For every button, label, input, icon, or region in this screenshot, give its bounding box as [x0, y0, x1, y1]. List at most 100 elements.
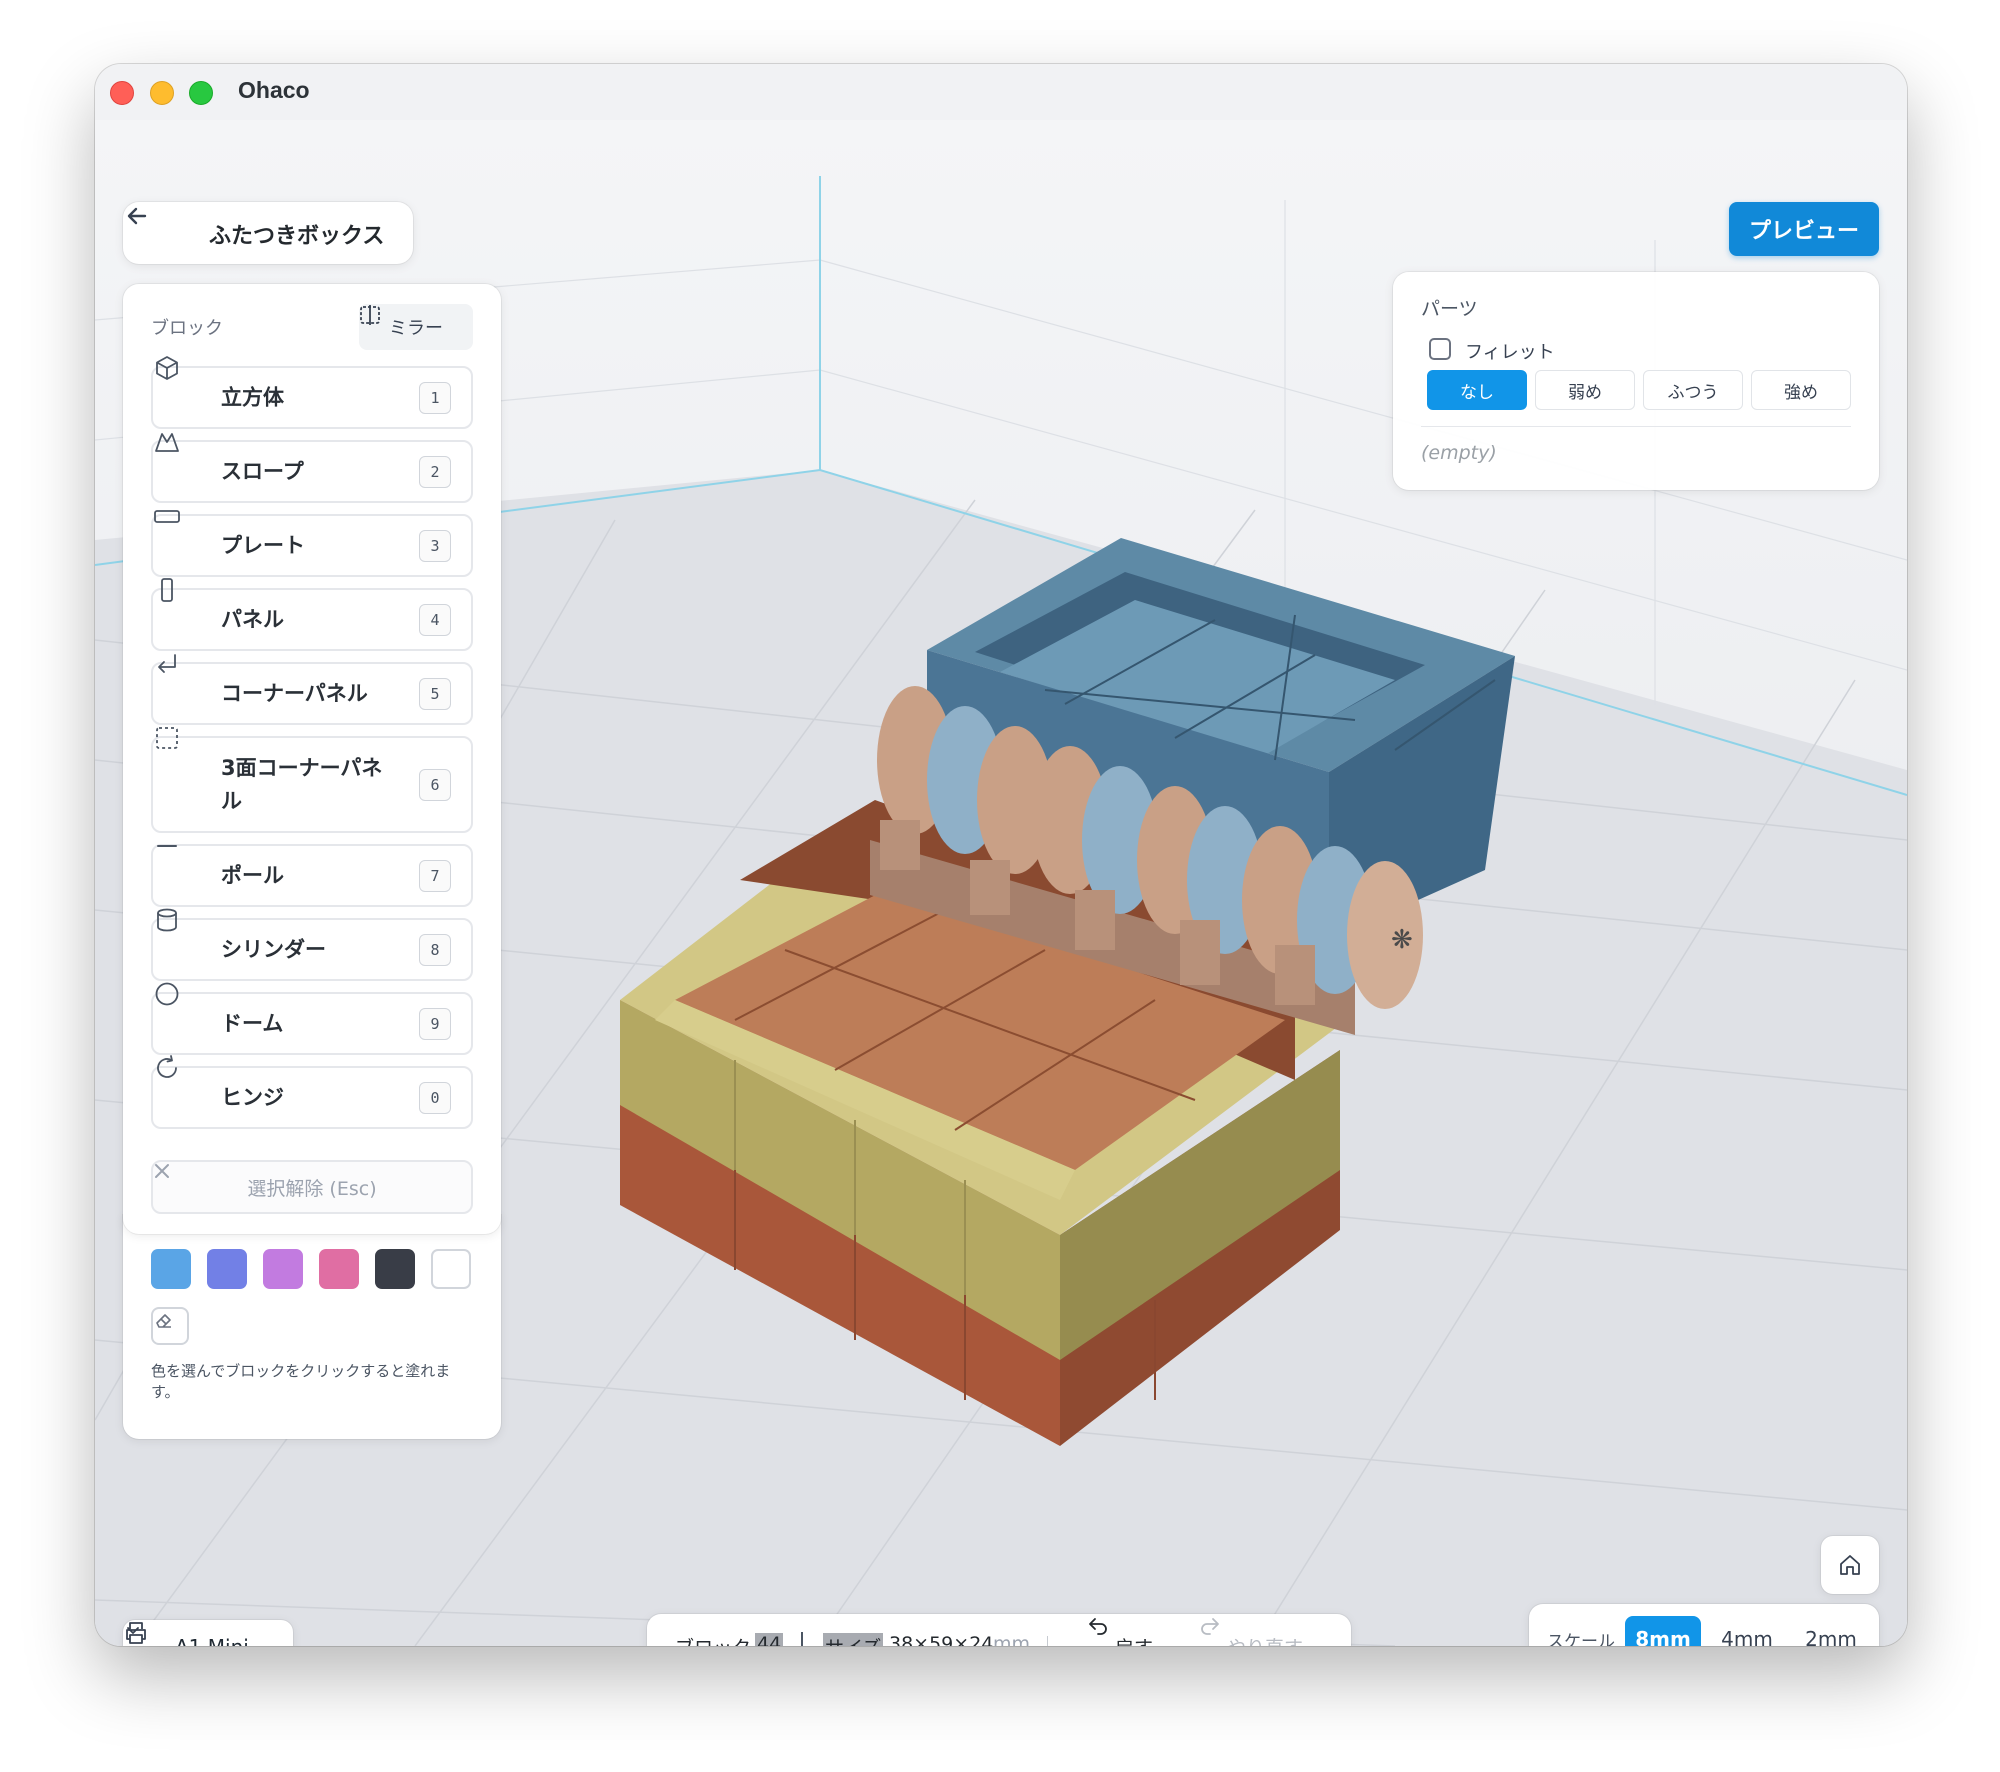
fillet-checkbox[interactable] — [1429, 338, 1451, 360]
printer-selector[interactable]: A1 Mini — [123, 1620, 293, 1646]
cylinder-icon — [157, 908, 177, 932]
minimize-window-button[interactable] — [150, 81, 174, 105]
undo-button[interactable]: 戻す — [1115, 1633, 1153, 1646]
color-swatch-indigo[interactable] — [207, 1249, 247, 1289]
three-corner-panel-icon — [156, 727, 178, 749]
parts-title: パーツ — [1421, 298, 1478, 320]
color-swatch-pink[interactable] — [319, 1249, 359, 1289]
block-item-label: ポール — [221, 863, 284, 887]
color-swatch-blue[interactable] — [151, 1249, 191, 1289]
fillet-label: フィレット — [1465, 342, 1555, 363]
block-count-value: 44 — [755, 1633, 784, 1646]
back-arrow-icon[interactable] — [123, 202, 151, 230]
block-list: 立方体 1 スロープ 2 プレート 3 パネル 4 コーナーパネル 5 3面コー… — [151, 356, 473, 1140]
deselect-button[interactable]: 選択解除 (Esc) — [151, 1160, 473, 1214]
scale-option-8mm[interactable]: 8mm — [1625, 1616, 1701, 1646]
paint-hint: 色を選んでブロックをクリックすると塗れます。 — [151, 1362, 451, 1401]
3d-viewport[interactable]: ❋ ふたつきボックス プレビュー ブロック ミラー 立方体 1 スロープ 2 プ… — [95, 120, 1907, 1646]
title-card: ふたつきボックス — [123, 202, 413, 264]
home-view-button[interactable] — [1821, 1536, 1879, 1594]
app-window: Ohaco ❋ ふたつきボックス プレビュー ブロック ミラー 立方体 1 スロ… — [95, 64, 1907, 1646]
close-icon — [155, 1164, 169, 1178]
dome-icon — [155, 982, 179, 1006]
fillet-option-strong[interactable]: 強め — [1751, 370, 1851, 410]
shortcut-key: 5 — [419, 677, 451, 710]
block-item-label: ヒンジ — [221, 1085, 284, 1109]
block-item-panel[interactable]: パネル 4 — [151, 578, 473, 651]
block-item-label: パネル — [221, 607, 284, 631]
pole-icon — [157, 845, 177, 847]
app-title: Ohaco — [238, 77, 310, 103]
color-swatch-black[interactable] — [375, 1249, 415, 1289]
block-item-label: コーナーパネル — [221, 681, 368, 705]
block-item-label: ドーム — [221, 1011, 284, 1035]
block-item-corner-panel[interactable]: コーナーパネル 5 — [151, 654, 473, 725]
slope-icon — [155, 433, 179, 452]
panel-icon — [161, 578, 173, 602]
block-item-cylinder[interactable]: シリンダー 8 — [151, 908, 473, 981]
fillet-option-weak[interactable]: 弱め — [1535, 370, 1635, 410]
scale-option-4mm[interactable]: 4mm — [1709, 1616, 1785, 1646]
zoom-window-button[interactable] — [189, 81, 213, 105]
parts-empty-text: (empty) — [1421, 442, 1497, 464]
block-palette-panel: ブロック ミラー 立方体 1 スロープ 2 プレート 3 パネル 4 コーナーパ… — [123, 284, 501, 1234]
shortcut-key: 4 — [419, 603, 451, 636]
separator — [801, 1632, 803, 1646]
block-panel-title: ブロック — [151, 318, 223, 339]
hinge-icon — [157, 1055, 177, 1078]
color-swatch-purple[interactable] — [263, 1249, 303, 1289]
shortcut-key: 1 — [419, 381, 451, 414]
shortcut-key: 3 — [419, 529, 451, 562]
shortcut-key: 2 — [419, 455, 451, 488]
project-title: ふたつきボックス — [209, 224, 385, 249]
redo-button[interactable]: やり直す — [1227, 1633, 1303, 1646]
block-item-three-corner-panel[interactable]: 3面コーナーパネル 6 — [151, 727, 473, 833]
size-unit: mm — [993, 1633, 1031, 1646]
corner-panel-icon — [158, 654, 176, 673]
separator — [1047, 1636, 1048, 1646]
undo-icon[interactable] — [1087, 1614, 1109, 1636]
block-item-pole[interactable]: ポール 7 — [151, 844, 473, 907]
size-value: 38×59×24 — [889, 1633, 994, 1646]
size-label: サイズ — [823, 1633, 884, 1646]
block-item-hinge[interactable]: ヒンジ 0 — [151, 1055, 473, 1129]
block-item-label: プレート — [221, 533, 305, 557]
redo-icon[interactable] — [1199, 1614, 1221, 1636]
eraser-button[interactable] — [151, 1307, 189, 1345]
chevron-down-icon — [127, 1627, 139, 1634]
block-item-label: 立方体 — [221, 385, 284, 409]
status-bar: ブロック 44 サイズ 38×59×24 mm 戻す やり直す — [647, 1614, 1351, 1646]
preview-button[interactable]: プレビュー — [1729, 202, 1879, 256]
scale-selector: スケール 8mm 4mm 2mm — [1529, 1604, 1879, 1646]
block-item-slope[interactable]: スロープ 2 — [151, 433, 473, 503]
shortcut-key: 8 — [419, 933, 451, 966]
hinge-pin-icon: ❋ — [1391, 925, 1413, 955]
block-item-cube[interactable]: 立方体 1 — [151, 356, 473, 429]
shortcut-key: 9 — [419, 1007, 451, 1040]
mirror-label: ミラー — [389, 318, 443, 339]
deselect-label: 選択解除 (Esc) — [247, 1177, 377, 1200]
block-item-label: シリンダー — [221, 937, 326, 961]
fillet-strength-selector: なし 弱め ふつう 強め — [1427, 370, 1851, 410]
home-icon — [1840, 1555, 1860, 1575]
mirror-button[interactable]: ミラー — [359, 304, 473, 350]
scale-label: スケール — [1547, 1632, 1615, 1646]
cube-icon — [156, 356, 178, 380]
divider — [1421, 426, 1851, 427]
shortcut-key: 0 — [419, 1081, 451, 1114]
color-swatch-white[interactable] — [431, 1249, 471, 1289]
shortcut-key: 7 — [419, 859, 451, 892]
block-item-label: 3面コーナーパネル — [221, 755, 383, 813]
title-bar: Ohaco — [95, 64, 1907, 120]
fillet-option-normal[interactable]: ふつう — [1643, 370, 1743, 410]
close-window-button[interactable] — [110, 81, 134, 105]
eraser-icon — [156, 1314, 171, 1328]
block-count-label: ブロック — [675, 1633, 751, 1646]
parts-panel: パーツ フィレット なし 弱め ふつう 強め (empty) — [1393, 272, 1879, 490]
scale-option-2mm[interactable]: 2mm — [1793, 1616, 1869, 1646]
fillet-option-none[interactable]: なし — [1427, 370, 1527, 410]
printer-label: A1 Mini — [175, 1635, 249, 1646]
plate-icon — [154, 510, 180, 523]
block-item-dome[interactable]: ドーム 9 — [151, 982, 473, 1055]
block-item-plate[interactable]: プレート 3 — [151, 510, 473, 577]
